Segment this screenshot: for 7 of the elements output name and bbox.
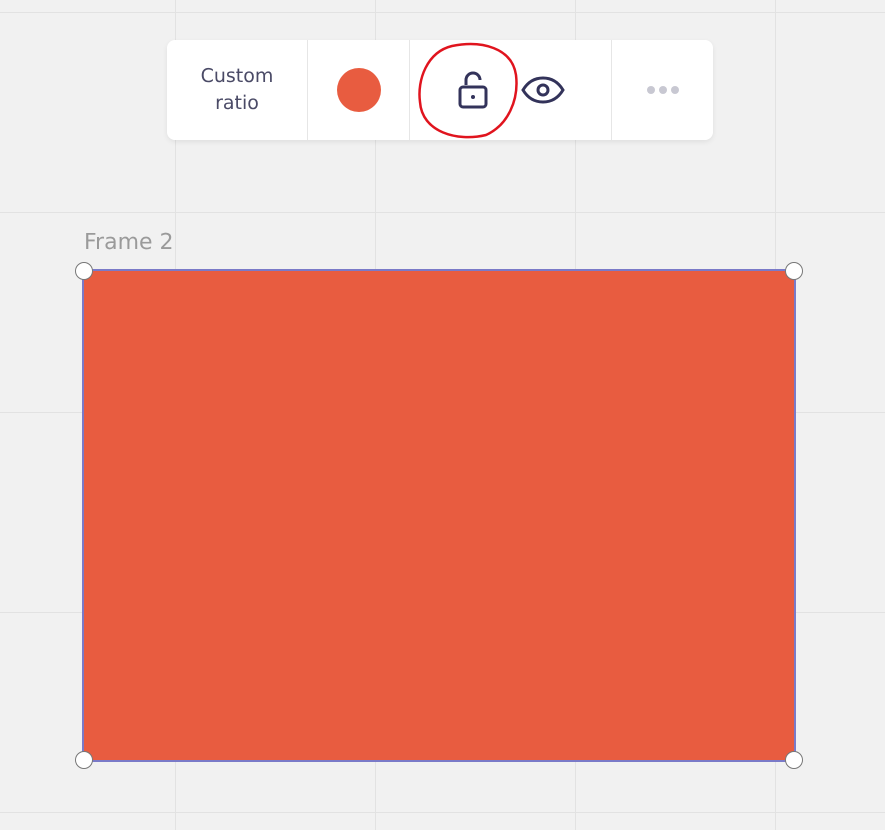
more-icon [646,85,680,95]
frame-title: Frame 2 [84,229,174,257]
resize-handle[interactable] [785,262,803,280]
resize-handle[interactable] [785,751,803,769]
ratio-button[interactable]: Custom ratio [187,62,287,118]
resize-handle[interactable] [75,751,93,769]
resize-handle[interactable] [75,262,93,280]
